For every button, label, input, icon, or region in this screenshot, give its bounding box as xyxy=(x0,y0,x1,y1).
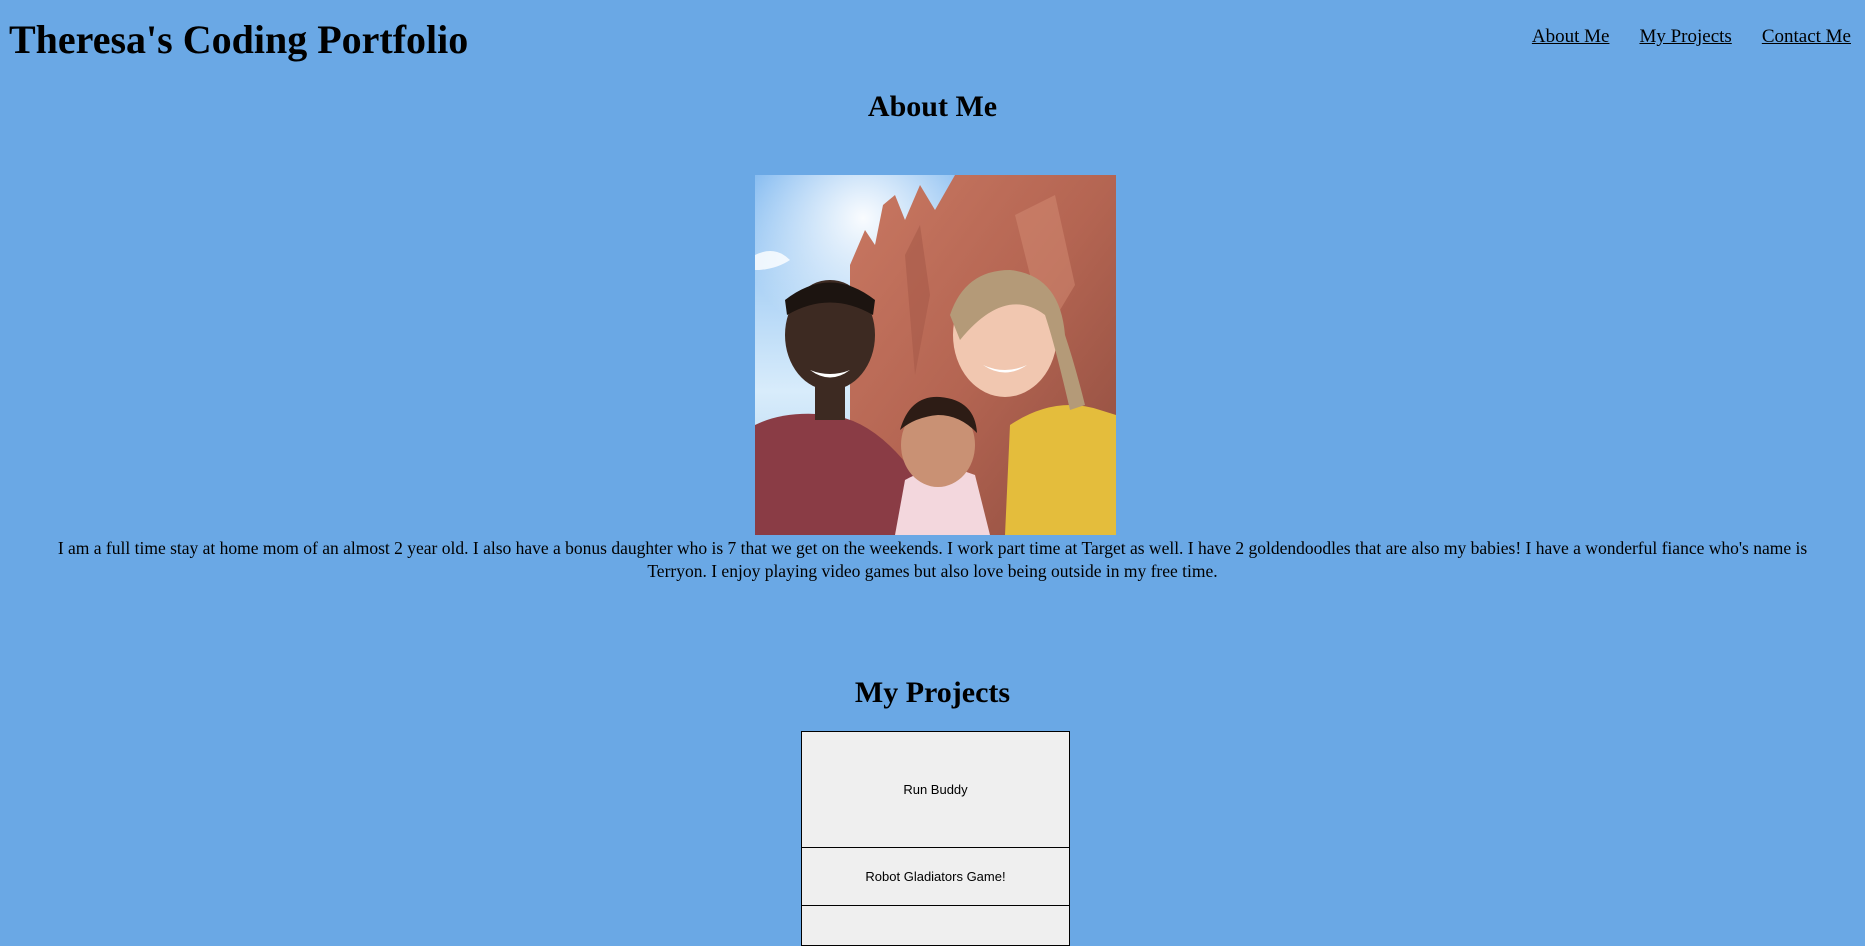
family-photo xyxy=(755,175,1116,535)
project-card[interactable] xyxy=(801,906,1070,946)
project-label: Run Buddy xyxy=(903,782,968,797)
nav-link-contact-me[interactable]: Contact Me xyxy=(1762,26,1851,48)
project-card-run-buddy[interactable]: Run Buddy xyxy=(801,731,1070,848)
project-card-robot-gladiators[interactable]: Robot Gladiators Game! xyxy=(801,848,1070,906)
site-title: Theresa's Coding Portfolio xyxy=(9,17,469,62)
about-heading: About Me xyxy=(867,90,998,123)
nav-link-my-projects[interactable]: My Projects xyxy=(1639,26,1731,48)
project-label: Robot Gladiators Game! xyxy=(865,869,1006,884)
site-header: Theresa's Coding Portfolio About Me My P… xyxy=(0,0,1865,80)
about-text: I am a full time stay at home mom of an … xyxy=(57,538,1808,581)
nav-link-about-me[interactable]: About Me xyxy=(1532,26,1610,48)
projects-heading: My Projects xyxy=(854,676,1011,709)
projects-list: Run Buddy Robot Gladiators Game! xyxy=(801,731,1070,946)
main-nav: About Me My Projects Contact Me xyxy=(1532,26,1851,48)
